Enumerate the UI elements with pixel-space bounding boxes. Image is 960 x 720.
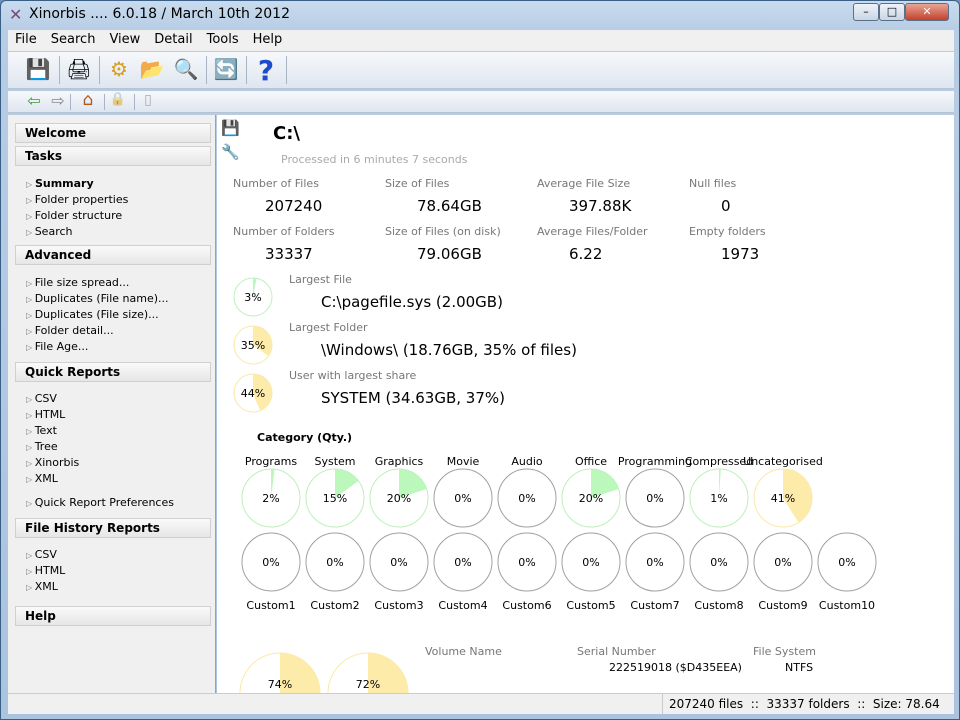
database-icon[interactable]: ▯ (134, 92, 162, 108)
print-icon[interactable]: 🖨 (65, 57, 93, 81)
quick-report-tree[interactable]: Tree (26, 440, 58, 453)
lock-icon[interactable]: 🔒 (104, 92, 132, 107)
app-logo-icon: ✕ (9, 5, 23, 24)
sidebar-file-history-reports[interactable]: File History Reports (15, 518, 211, 538)
navigation-toolbar: ⇦ ⇨ ⌂ 🔒 ▯ (8, 90, 954, 113)
help-icon[interactable]: ? (252, 54, 280, 87)
drive-pie-percent: 72% (356, 678, 380, 691)
sidebar-item-folder-structure[interactable]: Folder structure (26, 209, 122, 222)
sidebar-item-duplicates-name[interactable]: Duplicates (File name)... (26, 292, 169, 305)
sidebar: Welcome Tasks Summary Folder properties … (8, 115, 216, 693)
menu-bar: File Search View Detail Tools Help (8, 30, 954, 51)
category-pie-percent: 1% (710, 492, 727, 505)
scan-icon[interactable]: 🔍 (172, 57, 200, 81)
quick-report-html[interactable]: HTML (26, 408, 66, 421)
custom-pie-percent: 0% (454, 556, 471, 569)
largest-pie-percent: 35% (241, 339, 265, 352)
close-button[interactable]: ✕ (905, 3, 949, 21)
minimize-button[interactable]: – (853, 3, 879, 21)
history-report-xml[interactable]: XML (26, 580, 58, 593)
category-pie-percent: 20% (579, 492, 603, 505)
sidebar-item-folder-detail[interactable]: Folder detail... (26, 324, 114, 337)
custom-pie-percent: 0% (262, 556, 279, 569)
quick-report-xinorbis[interactable]: Xinorbis (26, 456, 80, 469)
pie-charts: 3% 35% 44% 2% 15% 20% 0% 0% 20% 0% 1% 41% 0% 0% 0% 0% 0%… (233, 277, 877, 693)
app-window: ✕ Xinorbis .... 6.0.18 / March 10th 2012… (0, 0, 960, 720)
sidebar-item-duplicates-size[interactable]: Duplicates (File size)... (26, 308, 159, 321)
category-pie-percent: 0% (518, 492, 535, 505)
custom-pie-percent: 0% (390, 556, 407, 569)
refresh-icon[interactable]: 🔄 (212, 57, 240, 81)
sidebar-item-summary[interactable]: Summary (26, 177, 94, 190)
sidebar-advanced[interactable]: Advanced (15, 245, 211, 265)
save-icon[interactable]: 💾 (24, 57, 52, 81)
maximize-button[interactable]: □ (879, 3, 905, 21)
window-title: Xinorbis .... 6.0.18 / March 10th 2012 (29, 6, 290, 22)
plugin-icon[interactable]: ⚙ (105, 57, 133, 81)
main-toolbar: 💾 🖨 ⚙ 📂 🔍 🔄 ? (8, 52, 954, 89)
category-pie-percent: 2% (262, 492, 279, 505)
sidebar-item-file-size-spread[interactable]: File size spread... (26, 276, 130, 289)
custom-pie-percent: 0% (518, 556, 535, 569)
custom-pie-percent: 0% (326, 556, 343, 569)
drive-pie-percent: 74% (268, 678, 292, 691)
category-pie-percent: 20% (387, 492, 411, 505)
quick-report-csv[interactable]: CSV (26, 392, 57, 405)
sidebar-item-file-age[interactable]: File Age... (26, 340, 89, 353)
sidebar-help[interactable]: Help (15, 606, 211, 626)
status-summary: 207240 files :: 33337 folders :: Size: 7… (662, 694, 946, 714)
custom-pie-percent: 0% (646, 556, 663, 569)
category-pie-percent: 0% (454, 492, 471, 505)
custom-pie-percent: 0% (582, 556, 599, 569)
menu-detail[interactable]: Detail (147, 30, 199, 49)
custom-pie-percent: 0% (838, 556, 855, 569)
quick-report-preferences[interactable]: Quick Report Preferences (26, 496, 174, 509)
quick-report-text[interactable]: Text (26, 424, 57, 437)
sidebar-tasks[interactable]: Tasks (15, 146, 211, 166)
menu-file[interactable]: File (8, 30, 44, 49)
custom-pie-percent: 0% (774, 556, 791, 569)
menu-view[interactable]: View (102, 30, 147, 49)
home-icon[interactable]: ⌂ (74, 90, 102, 110)
summary-panel: 💾 🔧 C:\ Processed in 6 minutes 7 seconds… (217, 115, 954, 693)
custom-pie-percent: 0% (710, 556, 727, 569)
category-pie-percent: 15% (323, 492, 347, 505)
forward-icon[interactable]: ⇨ (44, 91, 72, 110)
sidebar-item-search[interactable]: Search (26, 225, 73, 238)
menu-tools[interactable]: Tools (200, 30, 246, 49)
quick-report-xml[interactable]: XML (26, 472, 58, 485)
largest-pie-percent: 44% (241, 387, 265, 400)
history-report-html[interactable]: HTML (26, 564, 66, 577)
history-report-csv[interactable]: CSV (26, 548, 57, 561)
category-pie-percent: 41% (771, 492, 795, 505)
sidebar-welcome[interactable]: Welcome (15, 123, 211, 143)
largest-pie-percent: 3% (244, 291, 261, 304)
status-bar: 207240 files :: 33337 folders :: Size: 7… (8, 693, 954, 714)
menu-search[interactable]: Search (44, 30, 103, 49)
sidebar-quick-reports[interactable]: Quick Reports (15, 362, 211, 382)
menu-help[interactable]: Help (246, 30, 290, 49)
open-folder-icon[interactable]: 📂 (138, 57, 166, 81)
category-pie-percent: 0% (646, 492, 663, 505)
sidebar-item-folder-properties[interactable]: Folder properties (26, 193, 129, 206)
